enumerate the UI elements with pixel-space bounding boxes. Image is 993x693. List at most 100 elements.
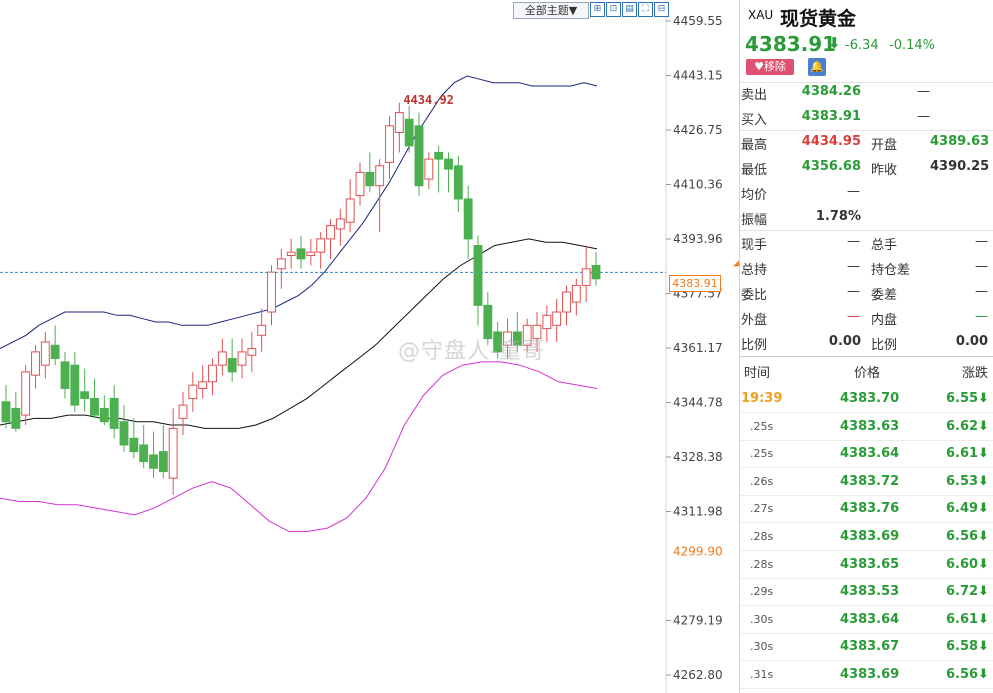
candle-down: [139, 444, 149, 463]
open-value: 4389.63: [930, 134, 990, 149]
candle-down: [70, 364, 80, 406]
tick-time: .30s: [750, 640, 774, 654]
down-arrow-icon: ⬇: [978, 639, 989, 655]
upper-band-line: [0, 75, 598, 350]
sell-value: 4384.26: [801, 84, 861, 99]
current-price-tag: 4383.91: [669, 275, 721, 292]
tick-price: 4383.67: [840, 639, 900, 655]
tick-row: .25s 4383.63 6.62 ⬇: [740, 414, 993, 441]
outer-label: 外盘: [741, 313, 768, 328]
y-tick-label: 4344.78: [673, 395, 723, 409]
tick-price: 4383.69: [840, 529, 900, 544]
sell-label: 卖出: [741, 88, 768, 103]
candle-up: [571, 284, 581, 303]
now-volume-value: —: [847, 234, 860, 249]
divider: [740, 82, 993, 83]
buy-extra: —: [917, 109, 930, 124]
prev-close-value: 4390.25: [930, 159, 990, 174]
collapse-icon[interactable]: ⊟: [654, 2, 669, 17]
total-hold-value: —: [847, 259, 860, 274]
grid-icon[interactable]: ⊡: [606, 2, 621, 17]
outer-inner-row: 外盘 — 内盘 —: [740, 309, 993, 334]
candle-down: [11, 407, 21, 429]
chart-type-icon[interactable]: ▤: [622, 2, 637, 17]
chart-area[interactable]: 4459.55 4443.15 4426.75 4410.36 4393.96 4377.…: [0, 0, 740, 693]
commit-ratio-value: —: [847, 284, 860, 299]
down-arrow-icon: ⬇: [978, 529, 989, 544]
tick-change: 6.60: [946, 556, 979, 572]
candle-down: [129, 437, 139, 453]
tick-head-time: 时间: [744, 366, 771, 381]
avg-row: 均价 —: [740, 184, 993, 209]
prev-close-label: 昨收: [871, 163, 898, 178]
down-arrow-icon: ⬇: [978, 556, 989, 572]
buy-value: 4383.91: [801, 109, 861, 124]
hold-diff-label: 持仓差: [871, 263, 911, 278]
candle-down: [591, 264, 601, 280]
y-tick-label: 4410.36: [673, 178, 723, 192]
candle-up: [306, 251, 316, 257]
y-tick-label: 4459.55: [673, 14, 723, 28]
candle-down: [365, 171, 375, 187]
candle-down: [414, 125, 424, 187]
total-volume-label: 总手: [871, 238, 898, 253]
y-tick-label-highlight: 4299.90: [673, 545, 723, 559]
price-change-pct: -0.14%: [889, 38, 935, 53]
fullscreen-icon[interactable]: ⛶: [638, 2, 653, 17]
down-arrow-icon: ⬇: [978, 501, 989, 517]
y-tick-label: 4393.96: [673, 232, 723, 246]
tick-row: .31s 4383.69 6.56 ⬇: [740, 662, 993, 689]
low-prev-row: 最低 4356.68 昨收 4390.25: [740, 159, 993, 184]
amplitude-value: 1.78%: [815, 209, 861, 224]
candle-down: [444, 158, 453, 170]
high-label: 最高: [741, 138, 768, 153]
low-label: 最低: [741, 163, 768, 178]
inner-label: 内盘: [871, 313, 898, 328]
divider: [740, 130, 993, 131]
candle-down: [158, 451, 168, 473]
tick-row: .29s 4383.53 6.72 ⬇: [740, 579, 993, 606]
last-price: 4383.91: [745, 32, 837, 56]
candle-down: [453, 165, 463, 200]
candle-up: [21, 371, 31, 416]
avg-label: 均价: [741, 188, 768, 203]
down-arrow-icon: ⬇: [978, 584, 989, 600]
open-label: 开盘: [871, 138, 898, 153]
watermark: @守盘人-童哥: [398, 339, 545, 364]
tick-row: .25s 4383.64 6.61 ⬇: [740, 441, 993, 468]
ratio1-value: 0.00: [828, 334, 861, 349]
candle-up: [542, 314, 552, 330]
tick-change: 6.58: [946, 639, 979, 655]
hold-diff-value: —: [975, 259, 988, 274]
candle-up: [267, 271, 276, 313]
theme-select-button[interactable]: 全部主题▼: [513, 2, 589, 19]
candle-up: [208, 364, 217, 383]
tick-price: 4383.64: [840, 611, 900, 627]
tick-divider: [740, 688, 993, 689]
y-tick-label: 4443.15: [673, 69, 723, 83]
expand-icon[interactable]: ⊞: [590, 2, 605, 17]
candle-down: [99, 407, 109, 423]
candle-up: [562, 291, 571, 313]
y-tick-label: 4262.80: [673, 668, 723, 682]
high-price-annotation: 4434.92: [403, 93, 454, 107]
tick-change: 6.61: [946, 611, 979, 627]
amplitude-label: 振幅: [741, 213, 768, 228]
candle-up: [581, 268, 591, 286]
y-tick-label: 4328.38: [673, 450, 723, 464]
candle-down: [404, 118, 414, 147]
alert-bell-button[interactable]: 🔔: [808, 58, 826, 76]
tick-time: .25s: [750, 419, 774, 433]
remove-watchlist-button[interactable]: ♥移除: [746, 59, 794, 75]
candle-down: [473, 245, 483, 306]
high-value: 4434.95: [801, 134, 861, 149]
lower-band-line: [0, 361, 598, 532]
candlestick-chart[interactable]: 4459.554443.154426.754410.364393.964377.…: [0, 0, 740, 693]
candle-up: [31, 351, 40, 376]
candle-down: [119, 421, 129, 446]
candle-down: [80, 391, 90, 399]
tick-change: 6.62: [946, 418, 979, 434]
commit-row: 委比 — 委差 —: [740, 284, 993, 309]
tick-row: .27s 4383.76 6.49 ⬇: [740, 496, 993, 523]
sell-row: 卖出 4384.26 —: [740, 84, 993, 109]
